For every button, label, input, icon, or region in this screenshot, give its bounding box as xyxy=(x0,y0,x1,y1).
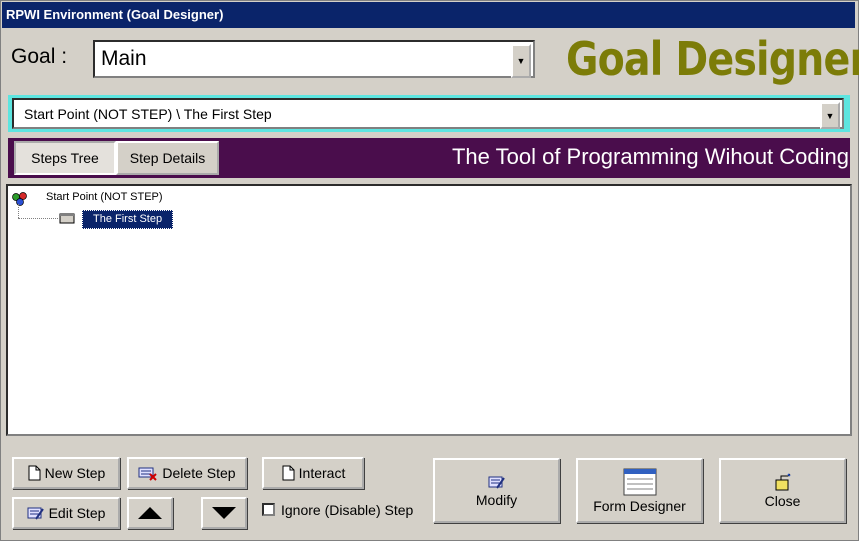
step-path-dropdown-button[interactable]: ▼ xyxy=(820,102,840,129)
modify-icon xyxy=(488,476,505,489)
interact-label: Interact xyxy=(298,465,346,481)
close-door-icon xyxy=(775,472,791,490)
form-designer-icon xyxy=(623,468,656,495)
goal-select-value: Main xyxy=(101,47,147,70)
goal-select[interactable]: Main ▼ xyxy=(93,40,535,78)
tab-steps-tree[interactable]: Steps Tree xyxy=(14,141,116,175)
step-path-value: Start Point (NOT STEP) \ The First Step xyxy=(24,105,272,122)
arrow-down-icon xyxy=(212,507,236,519)
tree-item-first-step[interactable]: The First Step xyxy=(82,210,174,229)
window-title: RPWI Environment (Goal Designer) xyxy=(6,7,224,22)
ignore-step-label: Ignore (Disable) Step xyxy=(281,502,414,518)
step-icon xyxy=(59,213,75,224)
close-button[interactable]: Close xyxy=(719,458,846,523)
arrow-up-icon xyxy=(138,507,162,519)
new-document-icon xyxy=(282,465,295,481)
brand-heading: Goal Designer xyxy=(566,32,859,86)
steps-tree-view[interactable]: Start Point (NOT STEP) The First Step xyxy=(6,184,852,436)
dropdown-arrow-icon: ▼ xyxy=(825,110,835,121)
interact-button[interactable]: Interact xyxy=(262,457,364,489)
tree-connector-line xyxy=(18,218,58,220)
goal-label: Goal : xyxy=(11,45,68,68)
form-designer-button[interactable]: Form Designer xyxy=(576,458,703,523)
new-step-label: New Step xyxy=(44,465,106,481)
form-designer-label: Form Designer xyxy=(593,497,686,514)
edit-step-button[interactable]: Edit Step xyxy=(12,497,120,529)
tab-step-details[interactable]: Step Details xyxy=(116,141,219,175)
modify-label: Modify xyxy=(475,491,518,508)
edit-step-icon xyxy=(27,507,44,520)
close-label: Close xyxy=(764,492,801,509)
brand-tagline: The Tool of Programming Wihout Coding xyxy=(451,144,849,169)
modify-button[interactable]: Modify xyxy=(433,458,560,523)
goal-dropdown-button[interactable]: ▼ xyxy=(511,44,531,78)
window-title-bar: RPWI Environment (Goal Designer) xyxy=(2,2,855,28)
tab-step-details-label: Step Details xyxy=(129,150,206,166)
ignore-step-checkbox[interactable] xyxy=(262,503,275,516)
move-down-button[interactable] xyxy=(201,497,247,529)
tree-connector-line xyxy=(18,204,20,218)
start-point-icon xyxy=(12,192,27,206)
new-step-button[interactable]: New Step xyxy=(12,457,120,489)
delete-step-label: Delete Step xyxy=(162,465,236,481)
delete-step-button[interactable]: Delete Step xyxy=(127,457,247,489)
tab-steps-tree-label: Steps Tree xyxy=(31,150,99,166)
edit-step-label: Edit Step xyxy=(48,505,106,521)
tree-root-label[interactable]: Start Point (NOT STEP) xyxy=(46,191,163,203)
move-up-button[interactable] xyxy=(127,497,173,529)
new-document-icon xyxy=(28,465,41,481)
dropdown-arrow-icon: ▼ xyxy=(516,56,526,66)
delete-step-icon xyxy=(138,467,158,481)
step-path-select[interactable]: Start Point (NOT STEP) \ The First Step … xyxy=(12,98,844,129)
